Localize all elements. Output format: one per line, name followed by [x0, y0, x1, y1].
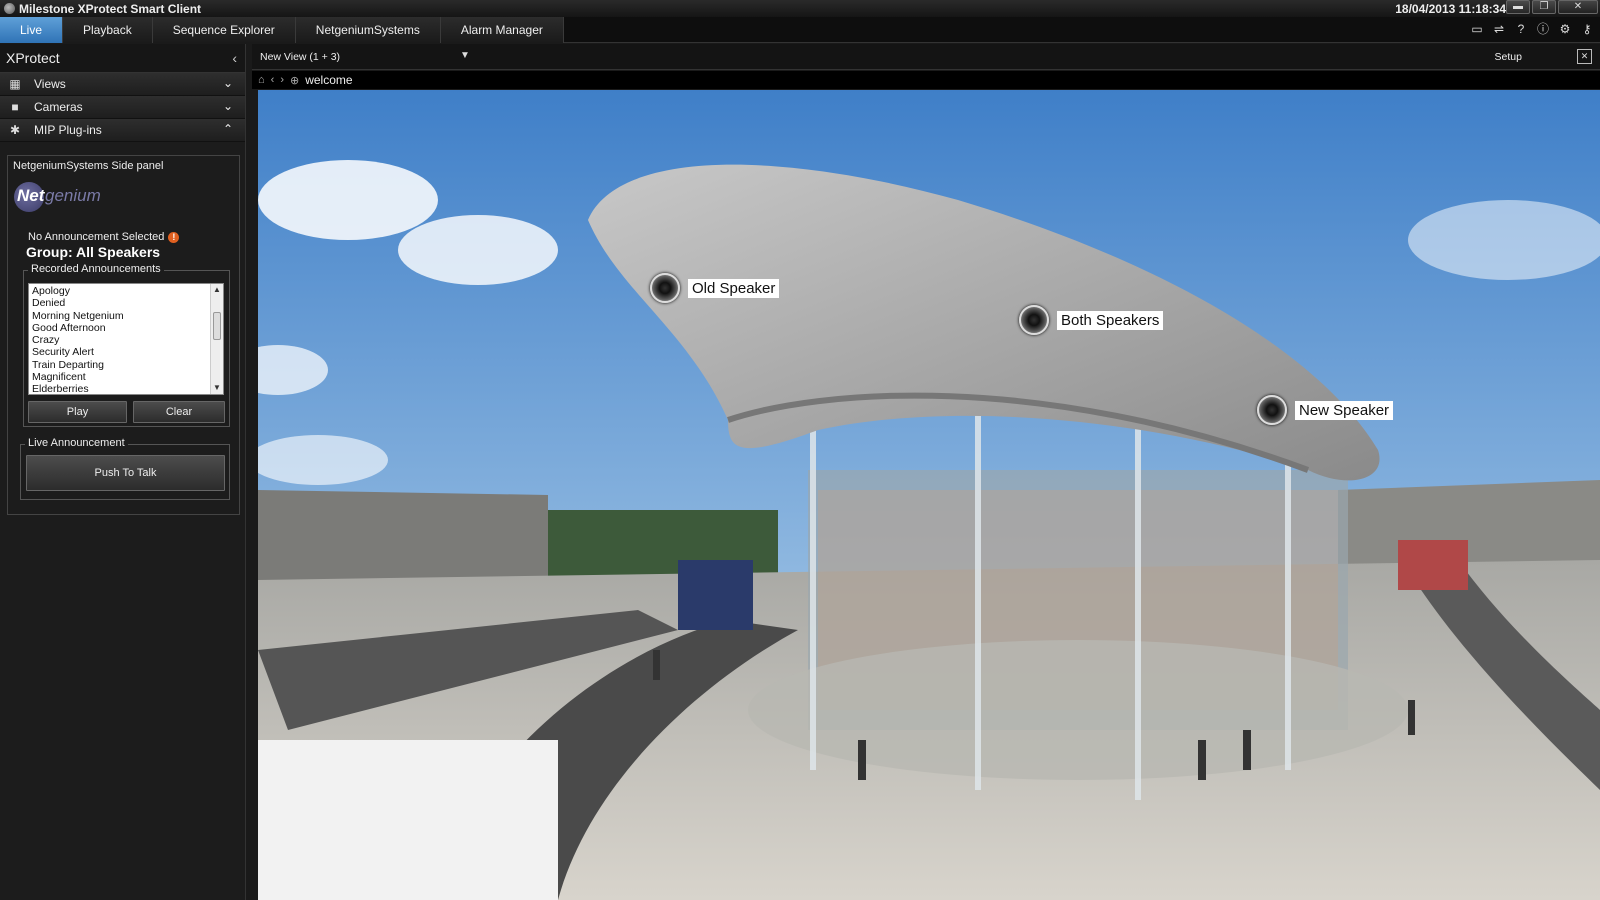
section-label: Views [34, 77, 66, 91]
status-text: No Announcement Selected [28, 231, 165, 243]
play-button[interactable]: Play [28, 401, 127, 423]
station-illustration [258, 90, 1600, 900]
collapse-sidebar-icon[interactable]: ‹ [232, 50, 237, 66]
tab-netgeniumsystems[interactable]: NetgeniumSystems [295, 17, 441, 43]
tab-playback[interactable]: Playback [63, 17, 153, 43]
logo-text-net: Net [17, 186, 45, 205]
sidebar: XProtect ‹ ▦ Views ⌄ ■ Cameras ⌄ ✱ MIP P… [0, 44, 246, 900]
maximize-view-icon[interactable]: ✕ [1577, 49, 1592, 64]
speaker-both[interactable]: Both Speakers [1019, 305, 1164, 335]
speaker-icon[interactable] [1019, 305, 1049, 335]
page-name: welcome [305, 73, 353, 87]
netgenium-logo: Net genium [14, 180, 114, 214]
browser-nav-bar: ⌂ ‹ › ⊕ welcome [252, 71, 1600, 89]
recorded-legend: Recorded Announcements [28, 263, 164, 275]
section-label: MIP Plug-ins [34, 123, 102, 137]
grid-icon: ▦ [9, 77, 21, 91]
camera-icon: ■ [11, 100, 19, 114]
list-item[interactable]: Crazy [32, 334, 220, 346]
list-item[interactable]: Elderberries [32, 383, 220, 394]
minimize-button[interactable]: ▬ [1506, 0, 1530, 14]
sidebar-header: XProtect ‹ [0, 44, 245, 73]
chevron-up-icon[interactable]: ⌃ [223, 122, 233, 136]
speaker-label: Both Speakers [1057, 310, 1164, 330]
title-bar: Milestone XProtect Smart Client 18/04/20… [0, 0, 1600, 17]
warning-icon: ! [168, 231, 180, 243]
section-label: Cameras [34, 100, 83, 114]
info-icon[interactable]: ⓘ [1536, 22, 1550, 36]
panel-title: NetgeniumSystems Side panel [13, 160, 164, 172]
recorded-announcements-group: Recorded Announcements Apology Denied Mo… [23, 263, 230, 427]
back-icon[interactable]: ‹ [271, 74, 275, 86]
help-icon[interactable]: ? [1514, 22, 1528, 36]
list-item[interactable]: Morning Netgenium [32, 310, 220, 322]
key-icon[interactable]: ⚷ [1580, 22, 1594, 36]
link-icon[interactable]: ⇌ [1492, 22, 1506, 36]
list-item[interactable]: Security Alert [32, 346, 220, 358]
station-map-view: Old Speaker Both Speakers New Speaker [258, 90, 1600, 900]
chevron-down-icon[interactable]: ⌄ [223, 99, 233, 113]
globe-icon: ⊕ [290, 74, 300, 87]
speaker-old[interactable]: Old Speaker [650, 273, 780, 303]
speaker-icon[interactable] [650, 273, 680, 303]
list-item[interactable]: Train Departing [32, 359, 220, 371]
group-label: Group: All Speakers [26, 244, 161, 260]
main-tab-bar: Live Playback Sequence Explorer Netgeniu… [0, 17, 1600, 43]
tab-sequence-explorer[interactable]: Sequence Explorer [152, 17, 296, 43]
sidebar-section-cameras[interactable]: ■ Cameras ⌄ [0, 96, 245, 119]
forward-icon[interactable]: › [280, 74, 284, 86]
clear-button[interactable]: Clear [133, 401, 225, 423]
speaker-label: New Speaker [1295, 400, 1394, 420]
monitor-icon[interactable]: ▭ [1470, 22, 1484, 36]
speaker-label: Old Speaker [688, 278, 780, 298]
push-to-talk-button[interactable]: Push To Talk [26, 455, 225, 491]
dropdown-arrow-icon[interactable]: ▼ [460, 50, 470, 61]
sidebar-section-mip-plugins[interactable]: ✱ MIP Plug-ins ⌃ [0, 119, 245, 142]
live-legend: Live Announcement [25, 437, 128, 449]
list-item[interactable]: Magnificent [32, 371, 220, 383]
list-item[interactable]: Denied [32, 297, 220, 309]
announcement-list[interactable]: Apology Denied Morning Netgenium Good Af… [28, 283, 224, 395]
tab-alarm-manager[interactable]: Alarm Manager [440, 17, 564, 43]
sidebar-title: XProtect [6, 50, 60, 66]
close-button[interactable]: ✕ [1558, 0, 1598, 14]
list-scrollbar[interactable]: ▲ ▼ [210, 284, 223, 394]
scroll-up-icon[interactable]: ▲ [211, 284, 223, 296]
home-icon[interactable]: ⌂ [258, 74, 265, 86]
setup-button[interactable]: Setup [1495, 51, 1522, 63]
sidebar-section-views[interactable]: ▦ Views ⌄ [0, 73, 245, 96]
gear-icon[interactable]: ⚙ [1558, 22, 1572, 36]
puzzle-icon: ✱ [9, 123, 21, 137]
chevron-down-icon[interactable]: ⌄ [223, 76, 233, 90]
scroll-thumb[interactable] [213, 312, 221, 340]
list-item[interactable]: Good Afternoon [32, 322, 220, 334]
list-item[interactable]: Apology [32, 285, 220, 297]
restore-button[interactable]: ❐ [1532, 0, 1556, 14]
netgenium-side-panel: NetgeniumSystems Side panel Net genium N… [7, 155, 240, 515]
logo-text-genium: genium [45, 186, 101, 205]
speaker-icon[interactable] [1257, 395, 1287, 425]
window-title: Milestone XProtect Smart Client [19, 1, 202, 16]
tab-live[interactable]: Live [0, 17, 64, 43]
app-logo-icon [4, 3, 15, 14]
view-selector[interactable]: New View (1 + 3) [260, 51, 340, 63]
announcement-status: No Announcement Selected ! [28, 231, 180, 243]
clock: 18/04/2013 11:18:34 [1395, 2, 1506, 16]
live-announcement-group: Live Announcement Push To Talk [20, 437, 230, 500]
speaker-new[interactable]: New Speaker [1257, 395, 1394, 425]
scroll-down-icon[interactable]: ▼ [211, 382, 223, 394]
view-toolbar: New View (1 + 3) ▼ Setup ✕ [252, 44, 1600, 70]
